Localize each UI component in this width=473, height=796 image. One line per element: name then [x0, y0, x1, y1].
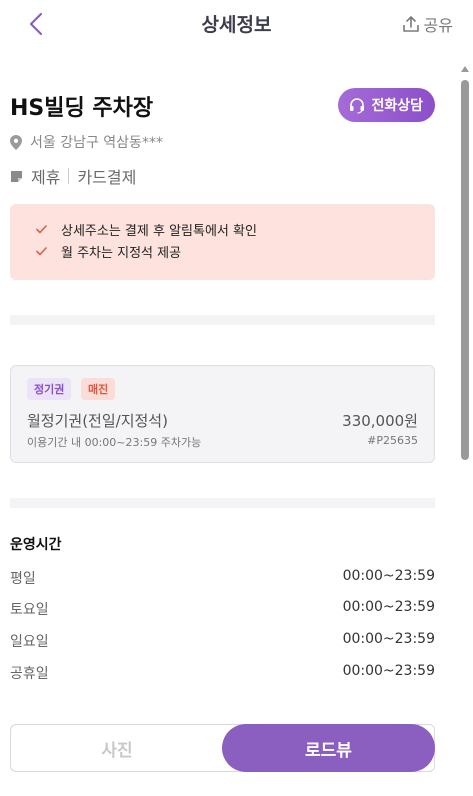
call-consult-label: 전화상담: [371, 98, 423, 114]
notice-item: 상세주소는 결제 후 알림톡에서 확인: [36, 218, 435, 240]
headset-icon: [350, 98, 365, 114]
tag-partner: 제휴: [31, 168, 61, 187]
hours-time: 00:00~23:59: [342, 631, 435, 647]
share-icon: [402, 16, 419, 32]
photo-tab[interactable]: 사진: [11, 725, 223, 771]
section-divider: [10, 315, 435, 325]
operating-hours-title: 운영시간: [10, 537, 62, 553]
check-icon: [36, 246, 47, 255]
hours-time: 00:00~23:59: [342, 599, 435, 615]
tag-card-payment: 카드결제: [77, 168, 137, 187]
tag-icon: [11, 170, 22, 182]
hours-row: 공휴일 00:00~23:59: [10, 663, 435, 683]
pass-price: 330,000원: [342, 412, 418, 430]
share-label: 공유: [423, 16, 453, 35]
address-text: 서울 강남구 역삼동***: [30, 135, 163, 151]
notice-text: 상세주소는 결제 후 알림톡에서 확인: [61, 223, 257, 239]
scrollbar-thumb[interactable]: [461, 80, 469, 460]
tag-divider: [68, 168, 70, 184]
top-bar: 상세정보 공유: [0, 0, 473, 48]
location-pin-icon: [10, 134, 22, 150]
notice-item: 월 주차는 지정석 제공: [36, 240, 435, 262]
pass-period: 이용기간 내 00:00~23:59 주차가능: [27, 436, 202, 449]
hours-day: 토요일: [10, 602, 49, 618]
notice-text: 월 주차는 지정석 제공: [61, 245, 182, 261]
hours-time: 00:00~23:59: [342, 568, 435, 584]
parking-lot-name: HS빌딩 주차장: [10, 96, 154, 121]
pass-name: 월정기권(전일/지정석): [27, 412, 168, 430]
sold-out-badge: 매진: [81, 378, 116, 400]
hours-time: 00:00~23:59: [342, 663, 435, 679]
check-icon: [36, 224, 47, 233]
address-row: 서울 강남구 역삼동***: [10, 132, 163, 152]
pass-code: #P25635: [367, 434, 418, 447]
hours-day: 공휴일: [10, 666, 49, 682]
pass-type-badge: 정기권: [27, 378, 72, 400]
share-button[interactable]: 공유: [402, 12, 453, 36]
section-divider: [10, 498, 435, 508]
scroll-up-arrow-icon[interactable]: [461, 66, 469, 72]
hours-day: 평일: [10, 571, 36, 587]
hours-row: 일요일 00:00~23:59: [10, 631, 435, 651]
scrollbar[interactable]: [461, 66, 469, 796]
feature-tags: 제휴 카드결제: [10, 164, 136, 188]
hours-row: 토요일 00:00~23:59: [10, 599, 435, 619]
hours-day: 일요일: [10, 634, 49, 650]
notice-box: 상세주소는 결제 후 알림톡에서 확인 월 주차는 지정석 제공: [10, 204, 435, 280]
hours-row: 평일 00:00~23:59: [10, 568, 435, 588]
view-toggle: 사진 로드뷰: [10, 724, 435, 772]
roadview-tab[interactable]: 로드뷰: [222, 724, 435, 772]
parking-pass-card[interactable]: 정기권 매진 월정기권(전일/지정석) 330,000원 이용기간 내 00:0…: [10, 365, 435, 463]
call-consult-button[interactable]: 전화상담: [338, 88, 435, 122]
